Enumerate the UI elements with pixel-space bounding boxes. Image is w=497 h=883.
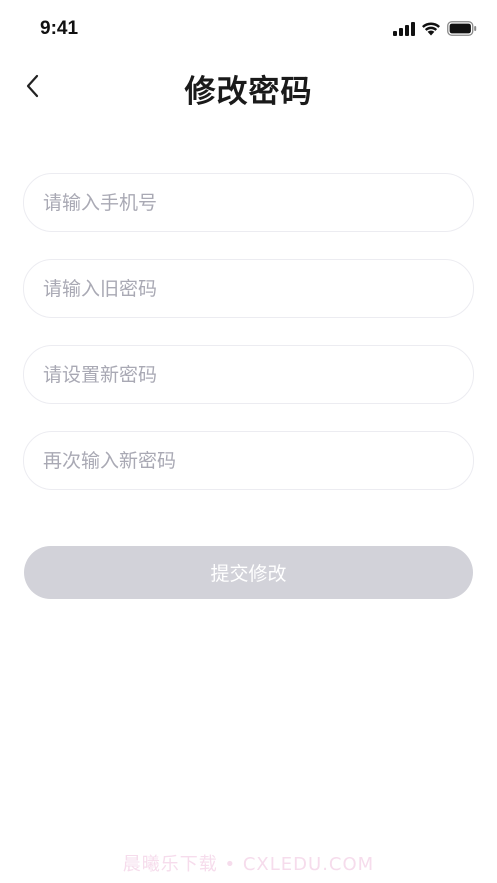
old-password-field-container [23, 259, 474, 318]
old-password-input[interactable] [24, 260, 473, 317]
status-time: 9:41 [40, 18, 79, 39]
nav-bar: 修改密码 [0, 60, 497, 116]
new-password-input[interactable] [24, 346, 473, 403]
status-icons [393, 20, 477, 40]
phone-input[interactable] [24, 174, 473, 231]
change-password-screen: 9:41 修改密码 请输入手机号 提交修改 晨曦乐下载 • CXLEDU.COM [0, 0, 497, 883]
battery-icon [447, 20, 477, 40]
phone-field-container [23, 173, 474, 232]
wifi-icon [421, 21, 441, 40]
page-title: 修改密码 [184, 74, 313, 110]
submit-button[interactable]: 提交修改 [24, 546, 473, 599]
change-password-form [23, 173, 474, 517]
confirm-password-field-container [23, 431, 474, 490]
new-password-field-container [23, 345, 474, 404]
cellular-signal-icon [393, 21, 415, 40]
status-bar: 9:41 [0, 0, 497, 60]
confirm-password-input[interactable] [24, 432, 473, 489]
watermark-text: 晨曦乐下载 • CXLEDU.COM [122, 854, 375, 875]
